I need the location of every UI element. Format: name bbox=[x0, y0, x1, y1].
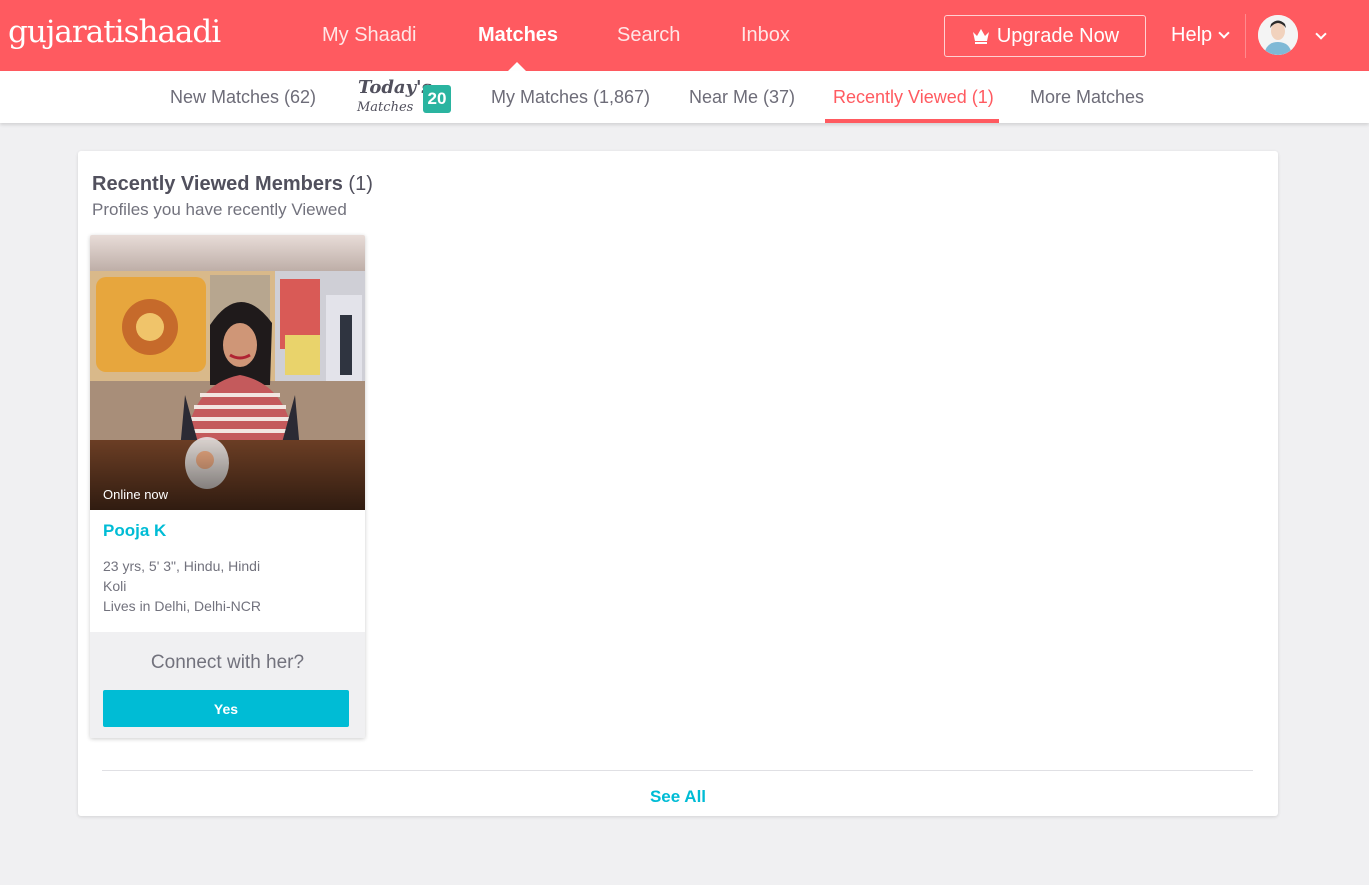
user-avatar[interactable] bbox=[1258, 15, 1298, 55]
tab-todays-matches[interactable]: Today's Matches 20 bbox=[356, 75, 456, 119]
connect-question: Connect with her? bbox=[150, 652, 305, 673]
crown-icon bbox=[972, 29, 989, 44]
nav-search[interactable]: Search bbox=[617, 24, 680, 47]
nav-inbox[interactable]: Inbox bbox=[741, 24, 790, 47]
todays-label: Today's bbox=[358, 77, 432, 98]
see-all-label[interactable]: See All bbox=[650, 787, 706, 806]
tab-my-matches[interactable]: My Matches (1,867) bbox=[491, 87, 650, 108]
header-divider bbox=[1245, 14, 1246, 58]
account-chevron-icon[interactable] bbox=[1315, 28, 1327, 40]
profile-card: Online now Pooja K 23 yrs, 5' 3", Hindu,… bbox=[90, 235, 365, 738]
active-nav-caret bbox=[508, 62, 526, 71]
panel-title: Recently Viewed Members (1) bbox=[92, 173, 373, 196]
connect-section: Connect with her? Yes bbox=[90, 632, 365, 738]
upgrade-label: Upgrade Now bbox=[996, 24, 1120, 47]
online-status: Online now bbox=[103, 487, 169, 502]
profile-photo-image bbox=[90, 235, 365, 510]
active-tab-underline bbox=[825, 119, 999, 123]
site-logo[interactable]: gujaratishaadi bbox=[8, 14, 221, 50]
help-menu[interactable]: Help bbox=[1171, 24, 1230, 47]
nav-my-shaadi[interactable]: My Shaadi bbox=[322, 24, 417, 47]
chevron-down-icon bbox=[1218, 27, 1230, 39]
profile-photo[interactable]: Online now bbox=[90, 235, 365, 510]
tab-near-me[interactable]: Near Me (37) bbox=[689, 87, 795, 108]
matches-label: Matches bbox=[357, 100, 414, 115]
profile-name[interactable]: Pooja K bbox=[103, 521, 166, 541]
panel-divider bbox=[102, 770, 1253, 771]
see-all-link[interactable]: See All bbox=[78, 787, 1278, 807]
matches-subnav: New Matches (62) Today's Matches 20 My M… bbox=[0, 71, 1369, 123]
tab-recently-viewed[interactable]: Recently Viewed (1) bbox=[833, 87, 994, 108]
tab-more-matches[interactable]: More Matches bbox=[1030, 87, 1144, 108]
profile-details: 23 yrs, 5' 3", Hindu, Hindi bbox=[103, 558, 261, 574]
panel-title-count: (1) bbox=[348, 173, 373, 195]
recently-viewed-panel: Recently Viewed Members (1) Profiles you… bbox=[78, 151, 1278, 816]
avatar-person-icon bbox=[1258, 15, 1298, 55]
upgrade-now-button[interactable]: Upgrade Now bbox=[944, 15, 1146, 57]
todays-count-badge: 20 bbox=[423, 85, 451, 113]
tab-new-matches[interactable]: New Matches (62) bbox=[170, 87, 316, 108]
nav-matches[interactable]: Matches bbox=[478, 24, 558, 47]
profile-location: Lives in Delhi, Delhi-NCR bbox=[103, 598, 261, 614]
panel-title-text: Recently Viewed Members bbox=[92, 173, 343, 195]
top-header: gujaratishaadi My Shaadi Matches Search … bbox=[0, 0, 1369, 71]
help-label: Help bbox=[1171, 24, 1213, 46]
yes-connect-button[interactable]: Yes bbox=[103, 690, 349, 727]
panel-subtitle: Profiles you have recently Viewed bbox=[92, 200, 347, 219]
profile-community: Koli bbox=[103, 578, 127, 594]
